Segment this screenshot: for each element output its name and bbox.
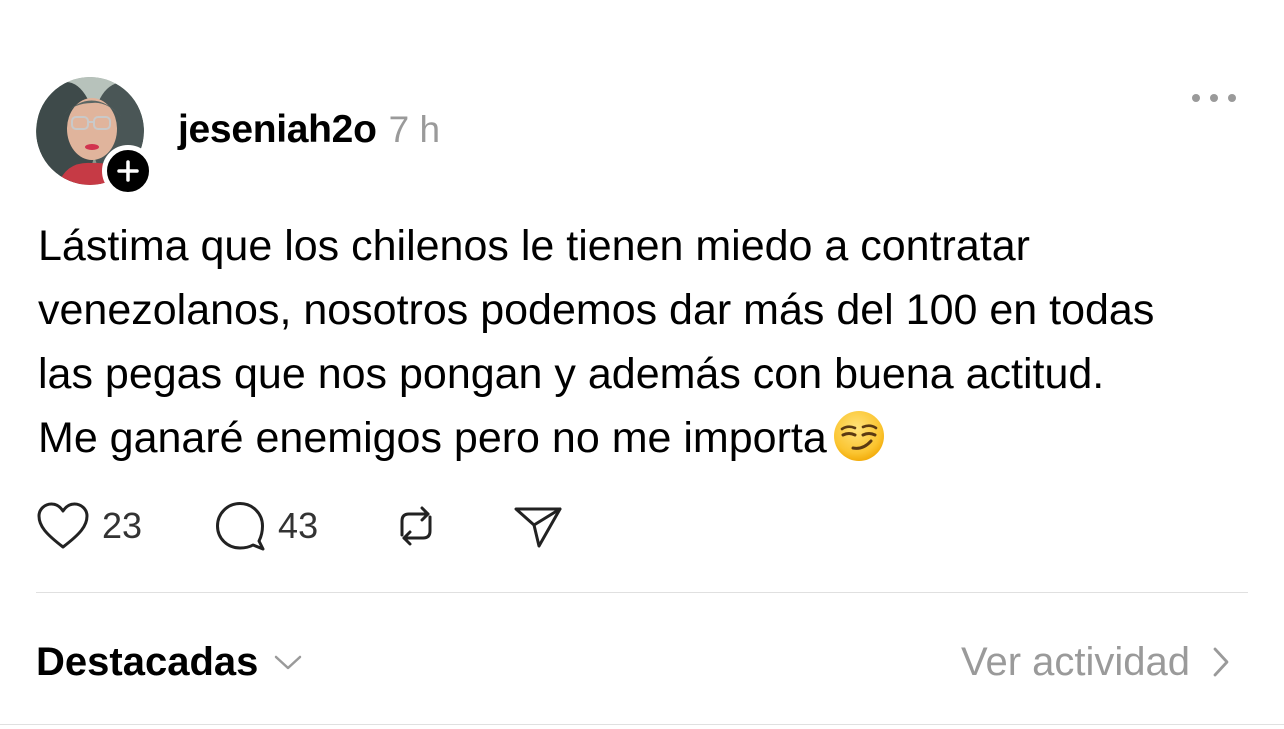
repost-button[interactable] <box>390 501 442 551</box>
view-activity-label: Ver actividad <box>960 639 1190 684</box>
post-header: jeseniah2o 7 h <box>178 108 440 158</box>
featured-filter-dropdown[interactable]: Destacadas <box>36 640 304 685</box>
follow-button[interactable] <box>102 145 154 197</box>
featured-label: Destacadas <box>36 639 259 684</box>
username[interactable]: jeseniah2o <box>178 108 377 152</box>
share-button[interactable] <box>512 501 564 551</box>
divider <box>36 592 1248 593</box>
timestamp: 7 h <box>388 109 441 150</box>
post-text-line: venezolanos, nosotros podemos dar más de… <box>38 286 1155 334</box>
post-text-line: Lástima que los chilenos le tienen miedo… <box>38 222 1030 270</box>
chevron-right-icon <box>1213 647 1229 677</box>
reply-button[interactable]: 43 <box>214 500 318 552</box>
reply-count: 43 <box>278 505 319 546</box>
plus-icon <box>117 160 139 182</box>
more-horizontal-icon <box>1192 94 1200 102</box>
repost-icon <box>400 506 432 546</box>
thread-post: jeseniah2o 7 h Lástima que los chilenos … <box>0 0 1284 729</box>
like-button[interactable]: 23 <box>36 501 142 551</box>
bottom-divider <box>0 724 1284 725</box>
comment-icon <box>216 502 265 551</box>
author-avatar-wrap[interactable] <box>36 77 154 197</box>
post-actions: 23 43 <box>36 496 564 556</box>
heart-icon <box>37 502 89 549</box>
like-count: 23 <box>102 505 143 546</box>
post-footer: Destacadas Ver actividad <box>36 632 1232 692</box>
smirking-face-emoji-icon <box>833 411 884 461</box>
post-text-line: las pegas que nos pongan y además con bu… <box>38 350 1105 398</box>
post-text-line: Me ganaré enemigos pero no me importa <box>38 414 827 462</box>
more-options-button[interactable] <box>1192 86 1236 110</box>
post-body: Lástima que los chilenos le tienen miedo… <box>38 214 1253 470</box>
view-activity-link[interactable]: Ver actividad <box>961 640 1232 685</box>
send-icon <box>514 507 562 548</box>
chevron-down-icon <box>275 655 302 670</box>
